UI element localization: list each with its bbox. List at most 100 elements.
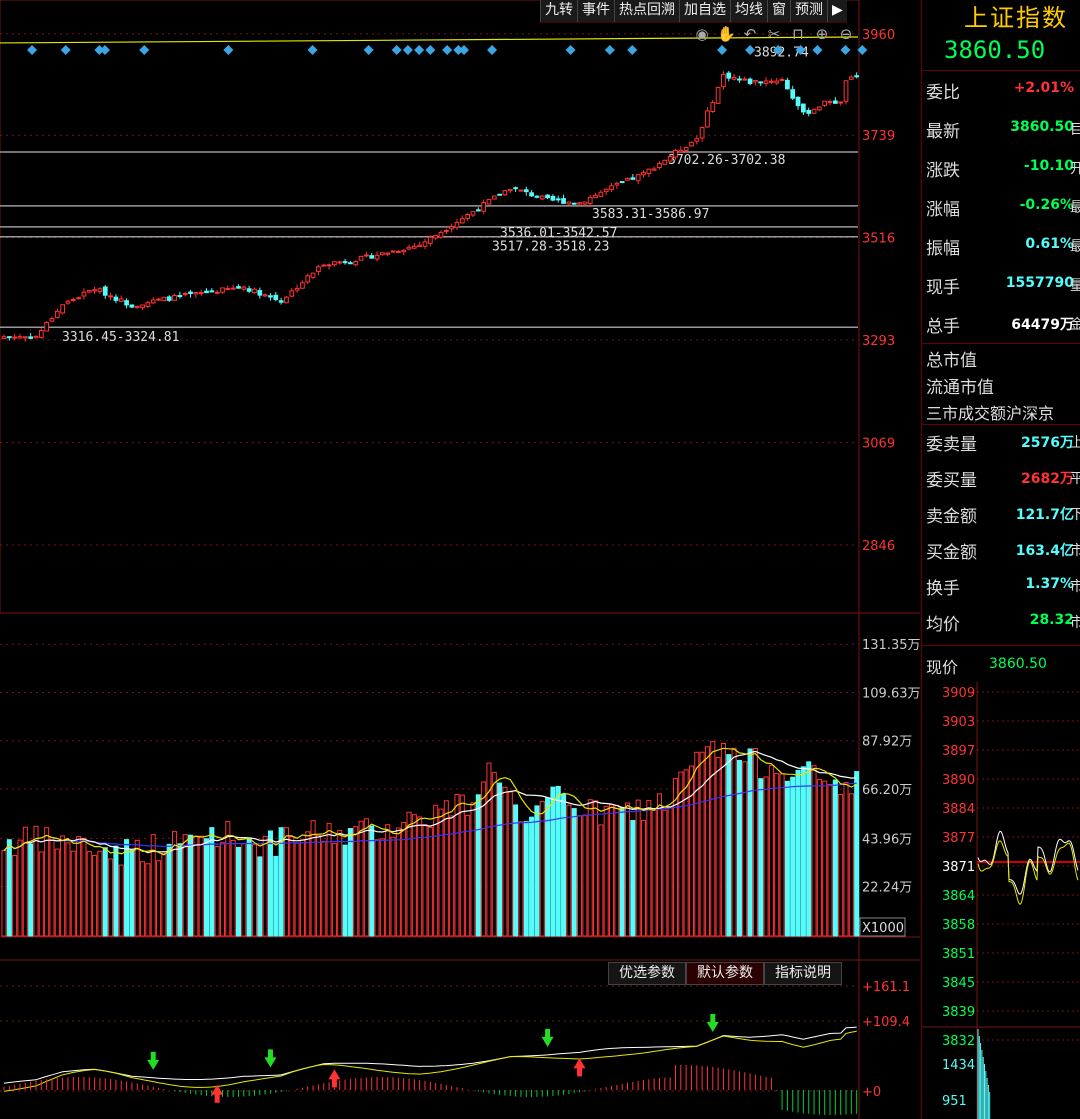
candle <box>614 182 620 186</box>
volume-bar <box>854 771 860 937</box>
add-watchlist-button[interactable]: 加自选 <box>679 0 730 22</box>
volume-bar <box>646 800 652 937</box>
mini-price-tick: 3832 <box>942 1034 975 1049</box>
quote-label: 均价 <box>926 615 960 635</box>
volume-bar <box>688 765 694 937</box>
collapse-right-icon[interactable]: ▶ <box>827 0 847 22</box>
volume-bar <box>529 816 535 937</box>
quote-row: 委买量 2682万平 <box>926 466 1080 491</box>
volume-bar <box>6 839 12 937</box>
zoom-out-icon[interactable]: ⊖ <box>837 24 855 44</box>
candle <box>342 261 348 264</box>
volume-bar <box>283 827 289 937</box>
volume-bar <box>731 747 737 937</box>
event-diamond <box>442 45 453 55</box>
candle <box>811 108 817 114</box>
candle <box>609 185 614 191</box>
candle <box>721 73 726 88</box>
quote-row: 振幅 0.61% 最 <box>926 234 1080 259</box>
quote-row: 委比 +2.01% <box>926 78 1080 103</box>
volume-bar <box>614 804 620 937</box>
candle <box>220 287 225 293</box>
volume-bar <box>550 786 556 937</box>
moving-average-button[interactable]: 均线 <box>730 0 767 22</box>
forecast-button[interactable]: 预测 <box>790 0 827 22</box>
candle <box>737 78 742 81</box>
indicator-help-button[interactable]: 指标说明 <box>764 962 842 985</box>
mini-price-tick: 3890 <box>942 773 975 788</box>
quote-row: 总手 64479万金 <box>926 312 1080 337</box>
volume-bar <box>28 843 34 937</box>
candle <box>390 250 396 253</box>
candle <box>22 336 28 339</box>
zoom-in-icon[interactable]: ⊕ <box>813 24 831 44</box>
volume-bar <box>289 836 295 937</box>
candle <box>507 188 513 192</box>
mini-price-tick: 3864 <box>942 889 975 904</box>
quote-value: 2682万 <box>1021 471 1074 487</box>
default-params-button[interactable]: 默认参数 <box>686 962 764 985</box>
mini-price-tick: 3884 <box>942 802 975 817</box>
intraday-mini-chart[interactable]: 3909 3903 3897 3890 3884 3877 3871 3864 3858 3851… <box>922 682 1080 1119</box>
quote-value: -0.26% <box>1019 197 1074 213</box>
volume-bar <box>827 783 833 937</box>
volume-bar <box>768 764 774 937</box>
candle <box>358 255 364 261</box>
hand-icon[interactable]: ✋ <box>717 24 736 44</box>
candle <box>411 245 417 249</box>
volume-bar <box>715 756 721 937</box>
volume-bar <box>438 808 444 937</box>
undo-icon[interactable]: ↶ <box>741 24 759 44</box>
volume-bar <box>395 827 401 937</box>
mini-volume-tick: 951 <box>942 1094 967 1109</box>
price-tick-label: 3069 <box>862 437 895 452</box>
volume-bar <box>193 835 199 937</box>
quote-suffix: 开 <box>1070 161 1080 177</box>
quote-value: 64479万 <box>1011 317 1074 333</box>
volume-bar <box>17 839 23 937</box>
candle <box>44 322 49 332</box>
volume-bar <box>203 838 210 937</box>
quote-suffix: 最 <box>1070 200 1080 216</box>
candle <box>817 106 822 111</box>
window-button[interactable]: 窗 <box>767 0 790 22</box>
candle <box>710 102 716 112</box>
sell-signal-arrow-stem <box>577 1067 583 1077</box>
candle <box>827 100 833 103</box>
cut-icon[interactable]: ✂ <box>765 24 783 44</box>
volume-bar <box>411 814 417 937</box>
quote-label: 振幅 <box>926 239 960 259</box>
mini-price-tick: 3845 <box>942 976 975 991</box>
volume-bar <box>358 820 364 937</box>
lock-icon[interactable]: ⊓ <box>789 24 807 44</box>
candle <box>481 202 486 212</box>
volume-bar <box>609 804 615 937</box>
volume-bar <box>177 843 183 937</box>
candle <box>140 304 145 309</box>
events-button[interactable]: 事件 <box>577 0 614 22</box>
volume-bar <box>651 809 657 937</box>
event-diamond <box>487 45 498 55</box>
hotspot-review-button[interactable]: 热点回溯 <box>614 0 679 22</box>
divider <box>922 645 1080 646</box>
mini-price-tick: 3903 <box>942 715 975 730</box>
eye-icon[interactable]: ◉ <box>693 24 711 44</box>
volume-bar <box>811 765 817 937</box>
volume-bar <box>465 814 471 937</box>
xianjia-value: 3860.50 <box>989 656 1047 672</box>
candle <box>625 177 630 181</box>
turnover-label: 三市成交额沪深京 <box>926 404 1055 423</box>
candle <box>177 295 183 298</box>
volume-bar <box>225 821 231 937</box>
candle <box>838 101 844 104</box>
quote-value: 1557790 <box>1005 275 1074 291</box>
candle <box>28 336 34 339</box>
candle <box>785 79 790 90</box>
volume-bar <box>241 843 247 937</box>
jiuzhuan-button[interactable]: 九转 <box>540 0 577 22</box>
kline-chart[interactable]: 3960 3739 3516 3293 3069 2846 131.35万 109.63万 87… <box>0 0 920 1119</box>
candle <box>102 286 108 296</box>
mini-price-tick: 3877 <box>942 831 975 846</box>
quote-label: 委卖量 <box>926 435 977 455</box>
optimal-params-button[interactable]: 优选参数 <box>608 962 686 985</box>
